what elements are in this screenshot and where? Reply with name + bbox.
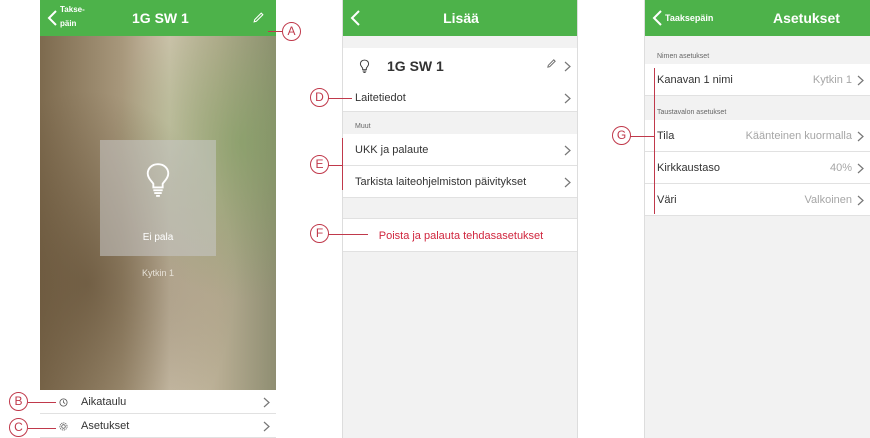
- callout-e: E: [310, 155, 329, 174]
- chevron-right-icon: [857, 131, 864, 141]
- factory-reset-label: Poista ja palauta tehdasasetukset: [378, 230, 544, 242]
- device-title: 1G SW 1: [132, 10, 189, 26]
- callout-b-line: [28, 402, 56, 403]
- callout-g-line: [630, 136, 654, 137]
- callout-a-line: [268, 31, 282, 32]
- lightbulb-icon: [359, 59, 370, 74]
- more-header: Lisää: [343, 0, 577, 36]
- channel-name-row[interactable]: Kanavan 1 nimi Kytkin 1: [645, 64, 870, 96]
- settings-title: Asetukset: [773, 10, 840, 26]
- callout-f: F: [310, 224, 329, 243]
- section-name-settings: Nimen asetukset: [645, 50, 870, 64]
- clock-icon: [59, 398, 68, 407]
- callout-e-bracket: [342, 138, 343, 190]
- channel-name-value: Kytkin 1: [812, 74, 852, 86]
- callout-a: A: [282, 22, 301, 41]
- settings-screen: Taaksepäin Asetukset Nimen asetukset Kan…: [644, 0, 870, 438]
- settings-row[interactable]: Asetukset: [40, 414, 276, 438]
- faq-row[interactable]: UKK ja palaute: [343, 134, 577, 166]
- callout-c: C: [9, 418, 28, 437]
- edit-pencil-icon[interactable]: [546, 58, 557, 69]
- chevron-right-icon: [263, 397, 270, 407]
- chevron-right-icon: [564, 177, 571, 187]
- brightness-row[interactable]: Kirkkaustaso 40%: [645, 152, 870, 184]
- tile-status-text: Ei pala: [142, 232, 174, 243]
- back-button-label[interactable]: Takse- päin: [60, 3, 94, 31]
- color-value: Valkoinen: [804, 194, 853, 206]
- callout-g-bracket: [654, 68, 655, 214]
- callout-c-line: [28, 428, 56, 429]
- device-tile[interactable]: Ei pala: [100, 140, 216, 256]
- device-screen: Takse- päin 1G SW 1 Ei pala Kytkin 1 Aik…: [40, 0, 276, 438]
- callout-d-line: [328, 98, 352, 99]
- mode-row[interactable]: Tila Käänteinen kuormalla: [645, 120, 870, 152]
- callout-b: B: [9, 392, 28, 411]
- back-button-label[interactable]: Taaksepäin: [665, 0, 713, 36]
- brightness-label: Kirkkaustaso: [657, 162, 720, 174]
- gear-icon: [59, 422, 68, 431]
- section-other: Muut: [343, 120, 577, 134]
- settings-label: Asetukset: [81, 420, 130, 432]
- settings-header: Taaksepäin Asetukset: [645, 0, 870, 36]
- schedule-row[interactable]: Aikataulu: [40, 390, 276, 414]
- chevron-right-icon: [564, 145, 571, 155]
- mode-value: Käänteinen kuormalla: [745, 130, 852, 142]
- schedule-label: Aikataulu: [81, 396, 127, 408]
- device-name-row[interactable]: 1G SW 1: [343, 48, 577, 84]
- callout-g: G: [612, 126, 631, 145]
- callout-f-line: [328, 234, 368, 235]
- back-arrow-icon[interactable]: [46, 8, 60, 28]
- chevron-right-icon: [564, 61, 571, 72]
- firmware-row[interactable]: Tarkista laiteohjelmiston päivitykset: [343, 166, 577, 198]
- lightbulb-icon: [146, 163, 170, 197]
- more-screen: Lisää 1G SW 1 Laitetiedot Muut UKK ja pa…: [342, 0, 578, 438]
- color-label: Väri: [657, 194, 677, 206]
- section-backlight-settings: Taustavalon asetukset: [645, 106, 870, 120]
- color-row[interactable]: Väri Valkoinen: [645, 184, 870, 216]
- factory-reset-button[interactable]: Poista ja palauta tehdasasetukset: [343, 218, 577, 252]
- device-header: Takse- päin 1G SW 1: [40, 0, 276, 36]
- callout-e-line: [328, 165, 342, 166]
- edit-pencil-icon[interactable]: [252, 11, 265, 24]
- device-info-label: Laitetiedot: [355, 92, 406, 104]
- firmware-label: Tarkista laiteohjelmiston päivitykset: [355, 176, 527, 188]
- more-title: Lisää: [443, 10, 479, 26]
- chevron-right-icon: [857, 195, 864, 205]
- faq-label: UKK ja palaute: [355, 144, 429, 156]
- chevron-right-icon: [857, 75, 864, 85]
- chevron-right-icon: [263, 421, 270, 431]
- channel-name-label: Kanavan 1 nimi: [657, 74, 733, 86]
- brightness-value: 40%: [829, 162, 852, 174]
- chevron-right-icon: [564, 93, 571, 103]
- device-name: 1G SW 1: [387, 58, 444, 74]
- back-arrow-icon[interactable]: [651, 8, 665, 28]
- device-info-row[interactable]: Laitetiedot: [343, 84, 577, 112]
- channel-label: Kytkin 1: [141, 268, 174, 278]
- callout-d: D: [310, 88, 329, 107]
- chevron-right-icon: [857, 163, 864, 173]
- mode-label: Tila: [657, 130, 675, 142]
